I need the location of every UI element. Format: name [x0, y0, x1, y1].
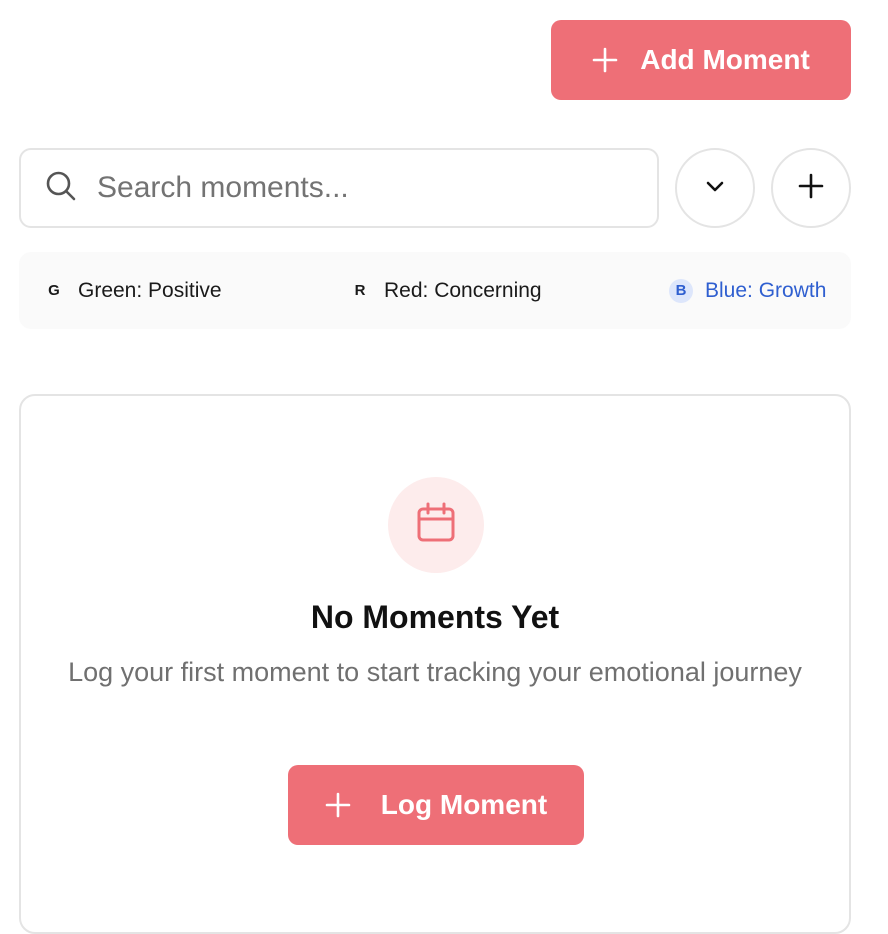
color-legend: G Green: Positive R Red: Concerning B Bl… — [19, 252, 851, 329]
add-moment-button[interactable]: Add Moment — [551, 20, 851, 100]
add-button[interactable] — [771, 148, 851, 228]
legend-badge: G — [48, 282, 60, 299]
plus-icon — [798, 173, 824, 204]
search-input[interactable] — [95, 170, 619, 206]
plus-icon — [592, 47, 618, 73]
legend-badge: R — [354, 282, 366, 299]
calendar-icon-circle — [388, 477, 484, 573]
legend-label: Red: Concerning — [384, 278, 542, 302]
empty-state-card: No Moments Yet Log your first moment to … — [19, 394, 851, 934]
log-moment-label: Log Moment — [380, 789, 548, 820]
plus-icon — [325, 792, 351, 818]
filter-dropdown-button[interactable] — [675, 148, 755, 228]
chevron-down-icon — [703, 174, 727, 203]
search-box[interactable] — [19, 148, 659, 228]
empty-state-subtitle: Log your first moment to start tracking … — [68, 657, 802, 687]
search-icon — [45, 170, 77, 207]
legend-label: Blue: Growth — [705, 278, 827, 302]
log-moment-button[interactable]: Log Moment — [288, 765, 584, 845]
legend-item-blue: B Blue: Growth — [669, 252, 826, 329]
calendar-icon — [414, 501, 458, 550]
legend-item-green: G Green: Positive — [42, 252, 222, 329]
legend-item-red: R Red: Concerning — [348, 252, 542, 329]
legend-label: Green: Positive — [78, 278, 222, 302]
legend-badge: B — [669, 278, 693, 303]
add-moment-label: Add Moment — [640, 44, 810, 75]
empty-state-title: No Moments Yet — [310, 599, 560, 635]
